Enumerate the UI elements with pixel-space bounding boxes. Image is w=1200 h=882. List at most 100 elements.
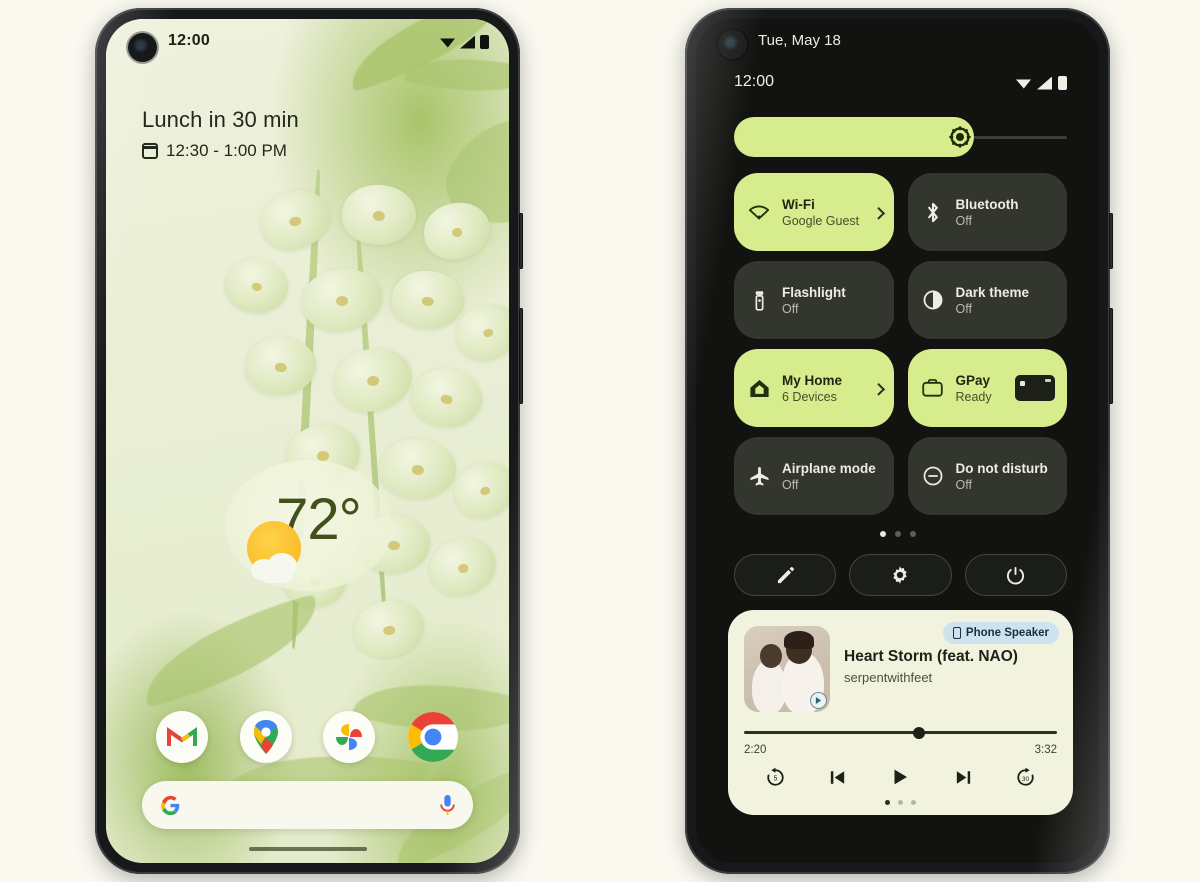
media-artist-name: serpentwithfeet [844,670,933,685]
qs-tile-sublabel: Off [955,213,972,228]
play-circle-icon[interactable] [810,692,827,709]
qs-tile-my-home[interactable]: My Home 6 Devices [734,349,894,427]
app-icon-chrome[interactable] [407,711,459,763]
qs-tile-sublabel: Off [782,301,799,316]
glance-title: Lunch in 30 min [142,107,299,132]
chevron-right-icon[interactable] [871,206,885,220]
qs-tile-label: Flashlight [782,284,846,300]
page-dot [894,531,901,537]
volume-rocker-hardware-left[interactable] [519,308,523,404]
qs-tile-gpay[interactable]: GPay Ready [907,349,1067,427]
qs-tile-sublabel: Ready [955,389,992,404]
chevron-right-icon[interactable] [871,382,885,396]
next-button[interactable] [948,762,978,792]
settings-button[interactable] [849,554,952,596]
gesture-nav-bar[interactable] [248,847,367,851]
media-player-card[interactable]: Phone Speaker Heart Storm (feat. NAO) se… [728,610,1073,815]
left-status-bar: 12:00 [106,19,509,71]
qs-tile-flashlight[interactable]: Flashlight Off [734,261,894,339]
media-page-indicator[interactable] [744,800,1057,805]
output-device-chip[interactable]: Phone Speaker [942,622,1059,644]
qs-tile-sublabel: Off [955,301,972,316]
qs-status-row: 12:00 [696,65,1099,107]
screenshot-canvas: 12:00 Lunch in 30 min 12:30 - 1:00 PM 72… [0,0,1200,882]
left-phone-screen: 12:00 Lunch in 30 min 12:30 - 1:00 PM 72… [106,19,509,863]
at-a-glance-widget[interactable]: Lunch in 30 min 12:30 - 1:00 PM [142,107,299,161]
media-seek-bar[interactable] [744,726,1057,740]
rewind-5-button[interactable]: 5 [760,762,790,792]
page-dot [879,531,886,537]
brightness-icon [948,126,971,148]
forward-30-icon: 30 [1017,767,1034,786]
right-phone-screen: Tue, May 18 12:00 Wi-Fi Google Guest Blu… [696,19,1099,863]
dark-theme-icon [922,289,944,311]
status-bar-icons [440,35,489,49]
media-track-title: Heart Storm (feat. NAO) [844,648,1018,665]
svg-text:30: 30 [1022,775,1030,782]
seek-handle[interactable] [913,727,926,739]
glance-subtitle-row: 12:30 - 1:00 PM [142,141,299,161]
play-icon [894,769,908,785]
glance-time-range: 12:30 - 1:00 PM [166,141,287,160]
quick-settings-page-indicator[interactable] [696,531,1099,537]
media-total-duration: 3:32 [1034,744,1057,756]
play-button[interactable] [885,762,915,792]
app-dock [106,707,509,767]
status-bar-icons [1016,76,1067,90]
previous-button[interactable] [823,762,853,792]
pencil-icon [777,566,794,583]
battery-icon [1058,76,1067,90]
app-icon-maps[interactable] [239,711,292,763]
qs-tile-label: My Home [782,372,843,388]
output-device-label: Phone Speaker [965,627,1049,639]
qs-tile-sublabel: 6 Devices [782,389,837,404]
power-button-hardware-left[interactable] [519,213,523,269]
app-icon-photos[interactable] [323,711,376,763]
media-elapsed-time: 2:20 [744,744,767,756]
qs-tile-sublabel: Google Guest [782,213,860,228]
do-not-disturb-icon [922,465,944,487]
status-bar-clock: 12:00 [168,32,210,49]
volume-rocker-hardware-right[interactable] [1109,308,1113,404]
payment-card-icon [1015,375,1055,401]
gear-icon [893,566,908,584]
qs-tile-label: GPay [955,372,991,388]
qs-tile-bluetooth[interactable]: Bluetooth Off [907,173,1067,251]
partly-sunny-icon [245,519,307,583]
bluetooth-icon [922,201,944,223]
skip-previous-icon [831,770,845,784]
forward-30-button[interactable]: 30 [1011,762,1041,792]
google-g-icon [161,795,180,815]
wifi-icon [748,201,770,223]
cellular-signal-icon [1037,76,1052,90]
quick-settings-actions [734,554,1067,596]
qs-tile-sublabel: Off [782,477,799,492]
page-dot [911,800,916,805]
flashlight-icon [748,289,770,311]
media-transport-controls: 5 30 [744,760,1057,794]
replay-5-icon: 5 [767,767,784,786]
cellular-signal-icon [460,35,475,49]
qs-tile-airplane-mode[interactable]: Airplane mode Off [734,437,894,515]
qs-tile-do-not-disturb[interactable]: Do not disturb Off [907,437,1067,515]
google-search-bar[interactable] [142,781,473,829]
qs-date-row: Tue, May 18 [696,19,1099,65]
skip-next-icon [956,770,970,784]
quick-settings-panel: Tue, May 18 12:00 Wi-Fi Google Guest Blu… [696,19,1099,863]
microphone-icon [440,794,455,815]
brightness-slider[interactable] [734,117,1067,157]
page-dot [909,531,916,537]
home-screen: 12:00 Lunch in 30 min 12:30 - 1:00 PM 72… [106,19,509,863]
power-button[interactable] [964,554,1067,596]
qs-tile-dark-theme[interactable]: Dark theme Off [907,261,1067,339]
qs-tile-wifi[interactable]: Wi-Fi Google Guest [734,173,894,251]
album-art [744,626,830,712]
wifi-icon [440,38,455,48]
edit-tiles-button[interactable] [734,554,837,596]
app-icon-gmail[interactable] [155,711,208,763]
weather-widget[interactable]: 72° [225,460,392,591]
front-camera-punch-hole [128,33,157,62]
power-button-hardware-right[interactable] [1109,213,1113,269]
quick-settings-clock: 12:00 [734,73,775,90]
quick-settings-date: Tue, May 18 [758,32,841,49]
